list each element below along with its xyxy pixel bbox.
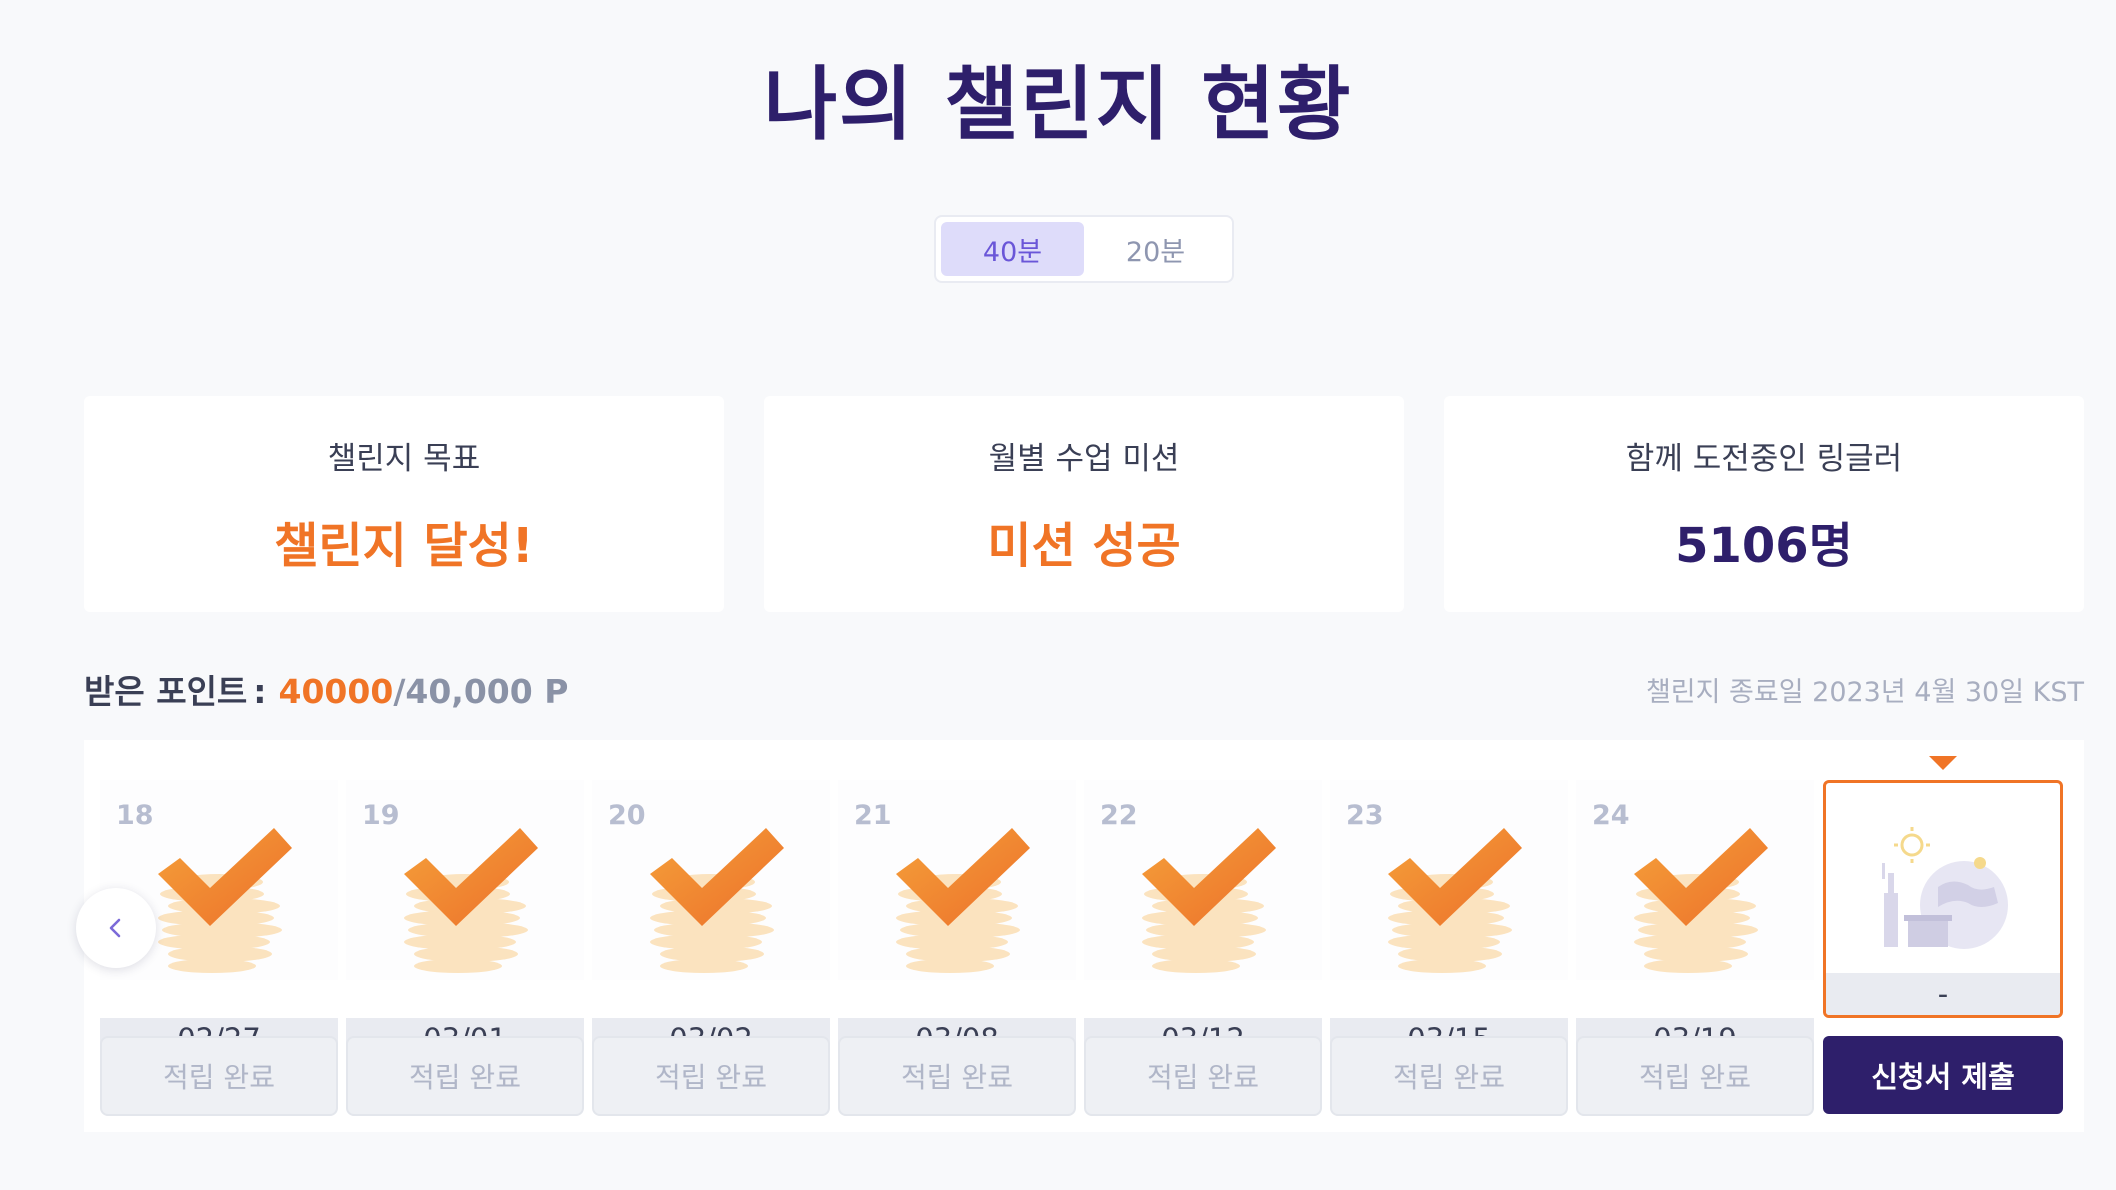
card-value: 미션 성공: [987, 517, 1181, 574]
points-collected-button[interactable]: 적립 완료: [592, 1036, 830, 1116]
day-stamp-image: 21: [838, 780, 1076, 980]
points-total: /40,000 P: [393, 672, 569, 711]
checkmark-icon: [404, 828, 538, 926]
day-number: 23: [1346, 800, 1384, 831]
points-current: 40000: [278, 672, 394, 711]
day-stamp: 21 03/08: [838, 780, 1076, 1060]
day-number: 24: [1592, 800, 1630, 831]
challenge-goal-card: 챌린지 목표 챌린지 달성!: [84, 396, 724, 612]
day-date: -: [1826, 973, 2060, 1015]
day-stamp: 19 03/01: [346, 780, 584, 1060]
day-number: 22: [1100, 800, 1138, 831]
submit-application-button[interactable]: 신청서 제출: [1823, 1036, 2063, 1114]
day-number: 19: [362, 800, 400, 831]
day-stamp: 24 03/19: [1576, 780, 1814, 1060]
card-value: 챌린지 달성!: [274, 517, 534, 574]
points-label: 받은 포인트: [84, 672, 248, 711]
chevron-left-icon: [109, 918, 121, 938]
day-number: 18: [116, 800, 154, 831]
checkmark-icon: [896, 828, 1030, 926]
checkmark-icon: [1388, 828, 1522, 926]
challenge-end-date: 챌린지 종료일 2023년 4월 30일 KST: [1645, 676, 2084, 708]
day-stamp-image: 23: [1330, 780, 1568, 980]
card-value: 5106명: [1675, 517, 1853, 574]
points-collected-button[interactable]: 적립 완료: [1330, 1036, 1568, 1116]
travel-globe-illustration: [1882, 827, 2008, 949]
duration-tabs: 40분 20분: [934, 215, 1234, 283]
points-collected-button[interactable]: 적립 완료: [1084, 1036, 1322, 1116]
prev-button[interactable]: [76, 888, 156, 968]
summary-cards: 챌린지 목표 챌린지 달성! 월별 수업 미션 미션 성공 함께 도전중인 링글…: [84, 396, 2084, 612]
daily-stamps-panel: 18 02/27적립 완료: [84, 740, 2084, 1132]
card-label: 챌린지 목표: [327, 440, 481, 477]
participants-card: 함께 도전중인 링글러 5106명: [1444, 396, 2084, 612]
points-collected-button[interactable]: 적립 완료: [100, 1036, 338, 1116]
day-stamp-image: 20: [592, 780, 830, 980]
day-stamp-image: 19: [346, 780, 584, 980]
day-number: 20: [608, 800, 646, 831]
points-collected-button[interactable]: 적립 완료: [346, 1036, 584, 1116]
day-stamp: 23 03/15: [1330, 780, 1568, 1060]
tab-20min[interactable]: 20분: [1084, 222, 1227, 276]
checkmark-icon: [1634, 828, 1768, 926]
points-colon: :: [253, 672, 267, 711]
monthly-mission-card: 월별 수업 미션 미션 성공: [764, 396, 1404, 612]
checkmark-icon: [650, 828, 784, 926]
card-label: 함께 도전중인 링글러: [1625, 440, 1903, 477]
day-number: 21: [854, 800, 892, 831]
day-stamp-image: 24: [1576, 780, 1814, 980]
checkmark-icon: [158, 828, 292, 926]
checkmark-icon: [1142, 828, 1276, 926]
received-points: 받은 포인트 : 40000 /40,000 P: [84, 665, 568, 713]
day-stamp: 22 03/12: [1084, 780, 1322, 1060]
points-row: 받은 포인트 : 40000 /40,000 P 챌린지 종료일 2023년 4…: [84, 665, 2084, 713]
card-label: 월별 수업 미션: [988, 440, 1180, 477]
day-stamp-image: 22: [1084, 780, 1322, 980]
challenge-status-page: 나의 챌린지 현황 40분 20분 챌린지 목표 챌린지 달성! 월별 수업 미…: [0, 0, 2116, 1190]
current-day-slot[interactable]: -: [1823, 780, 2063, 1018]
points-collected-button[interactable]: 적립 완료: [838, 1036, 1076, 1116]
day-stamp: 20 03/02: [592, 780, 830, 1060]
tab-40min[interactable]: 40분: [941, 222, 1084, 276]
page-title: 나의 챌린지 현황: [763, 58, 1353, 151]
current-day-marker-icon: [1929, 756, 1957, 770]
points-collected-button[interactable]: 적립 완료: [1576, 1036, 1814, 1116]
